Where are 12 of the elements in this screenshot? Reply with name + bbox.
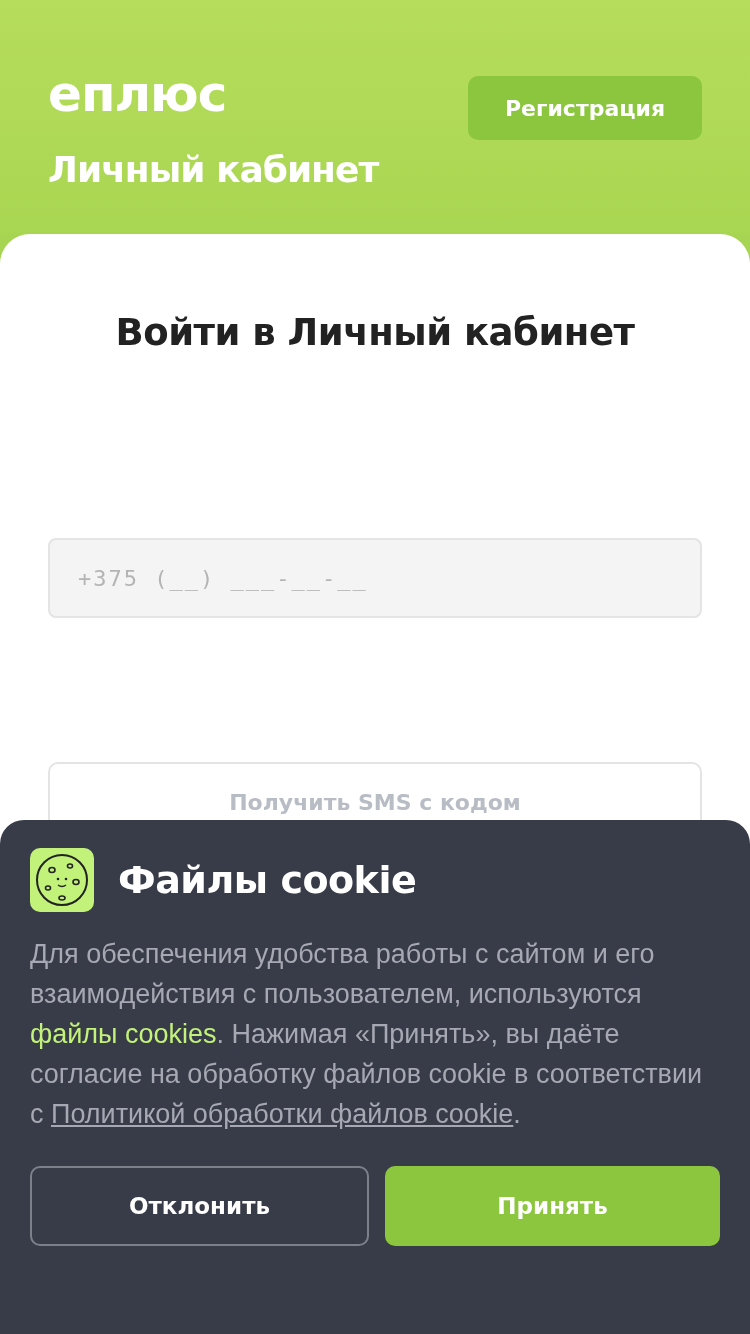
cookies-link[interactable]: файлы cookies [30, 1019, 217, 1049]
login-title: Войти в Личный кабинет [114, 310, 636, 356]
cookie-notice-text: Для обеспечения удобства работы с сайтом и его взаимодействия с пользователем, используются файлы cookies. Нажимая «Принять», вы даёте согласие на обработку файлов cookie в соответствии с Политикой обработки файлов cookie. [30, 938, 704, 1131]
cookie-title: Файлы cookie [118, 858, 417, 902]
page-subtitle: Личный кабинет [48, 148, 379, 192]
accept-button[interactable]: Принять [385, 1166, 720, 1246]
cookie-icon [30, 848, 94, 912]
logo[interactable]: еплюс [48, 68, 227, 120]
cookie-policy-link[interactable]: Политикой обработки файлов cookie [51, 1099, 514, 1129]
register-button[interactable]: Регистрация [468, 76, 702, 140]
phone-input-field[interactable]: +375 (__) ___-__-__ [48, 538, 702, 618]
decline-button[interactable]: Отклонить [30, 1166, 369, 1246]
